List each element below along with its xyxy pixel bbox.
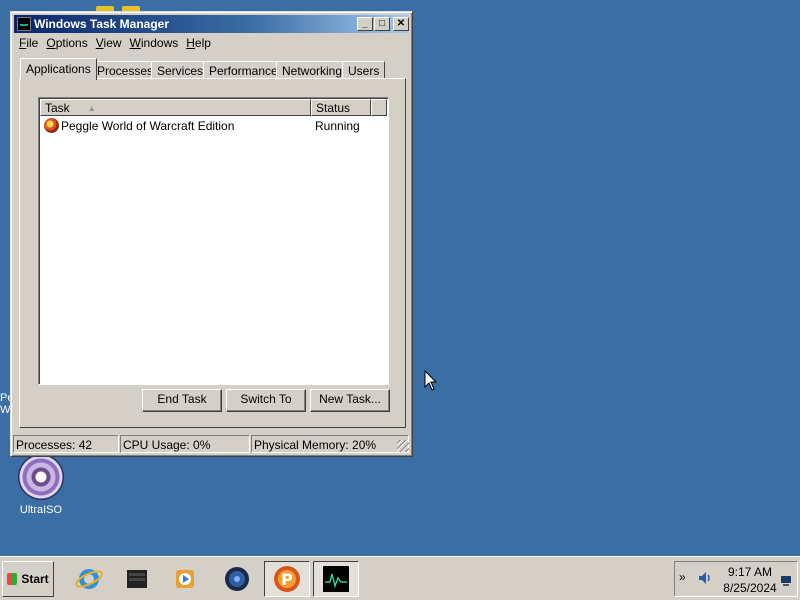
server-manager-icon [127, 570, 147, 588]
show-hidden-icons-chevron[interactable]: » [679, 570, 686, 584]
title-bar[interactable]: Windows Task Manager _ □ ✕ [14, 15, 409, 33]
column-header-task[interactable]: Task ▲ [40, 99, 311, 116]
menu-bar: File Options View Windows Help [15, 35, 215, 53]
ultraiso-label: UltraISO [19, 504, 63, 516]
switch-to-button[interactable]: Switch To [226, 389, 306, 412]
system-tray: » 9:17 AM 8/25/2024 [674, 561, 798, 597]
tab-performance[interactable]: Performance [203, 61, 284, 79]
menu-file[interactable]: File [15, 35, 42, 53]
taskbar-task-manager[interactable] [313, 561, 359, 597]
tab-processes[interactable]: Processes [91, 61, 160, 79]
clock-time[interactable]: 9:17 AM [724, 565, 776, 579]
taskbar-internet-explorer[interactable] [66, 561, 112, 597]
menu-help[interactable]: Help [182, 35, 215, 53]
task-manager-window: Windows Task Manager _ □ ✕ File Options … [10, 11, 413, 457]
physical-memory: Physical Memory: 20% [251, 435, 409, 453]
taskbar-peggle[interactable]: P [264, 561, 310, 597]
clock-date[interactable]: 8/25/2024 [720, 581, 780, 595]
end-task-button[interactable]: End Task [142, 389, 222, 412]
column-header-filler [371, 99, 387, 116]
resize-grip-icon[interactable] [397, 440, 409, 452]
cd-disc-icon [18, 454, 64, 500]
menu-options[interactable]: Options [42, 35, 91, 53]
processes-count: Processes: 42 [13, 435, 119, 453]
task-name: Peggle World of Warcraft Edition [61, 119, 235, 133]
cpu-usage: CPU Usage: 0% [120, 435, 250, 453]
ultraiso-desktop-icon[interactable]: UltraISO [10, 454, 72, 516]
start-button[interactable]: Start [2, 561, 54, 597]
task-manager-icon [17, 17, 31, 31]
task-list[interactable]: Task ▲ Status Peggle World of Warcraft Ed… [38, 97, 389, 385]
new-task-button[interactable]: New Task... [310, 389, 390, 412]
close-button[interactable]: ✕ [393, 17, 409, 31]
taskbar-windows-media-player[interactable] [162, 561, 208, 597]
list-item[interactable]: Peggle World of Warcraft Edition Running [41, 117, 387, 135]
internet-explorer-icon [75, 569, 103, 589]
sort-ascending-icon: ▲ [87, 104, 96, 114]
taskbar: Start P » 9:17 AM 8/25/2024 [0, 556, 800, 600]
network-globe-icon [225, 567, 249, 591]
network-status-icon[interactable] [780, 574, 794, 588]
column-header-status[interactable]: Status [311, 99, 371, 116]
menu-view[interactable]: View [92, 35, 126, 53]
applications-panel: Task ▲ Status Peggle World of Warcraft Ed… [19, 78, 406, 428]
status-bar: Processes: 42 CPU Usage: 0% Physical Mem… [13, 435, 410, 453]
volume-icon[interactable] [697, 570, 713, 586]
tab-applications[interactable]: Applications [20, 58, 97, 80]
svg-text:P: P [281, 570, 293, 589]
taskbar-network[interactable] [214, 561, 260, 597]
tab-services[interactable]: Services [151, 61, 210, 79]
task-status: Running [315, 119, 360, 133]
peggle-icon: P [274, 566, 300, 592]
tab-networking[interactable]: Networking [276, 61, 349, 79]
windows-media-player-icon [176, 570, 194, 588]
task-manager-icon [323, 566, 349, 592]
windows-logo-icon [7, 573, 18, 585]
minimize-button[interactable]: _ [357, 17, 373, 31]
menu-windows[interactable]: Windows [126, 35, 183, 53]
window-title: Windows Task Manager [34, 17, 170, 31]
peggle-icon [44, 118, 59, 133]
maximize-button[interactable]: □ [374, 17, 390, 31]
mouse-cursor-icon [424, 370, 438, 391]
taskbar-server-manager[interactable] [114, 561, 160, 597]
tab-users[interactable]: Users [342, 61, 386, 79]
